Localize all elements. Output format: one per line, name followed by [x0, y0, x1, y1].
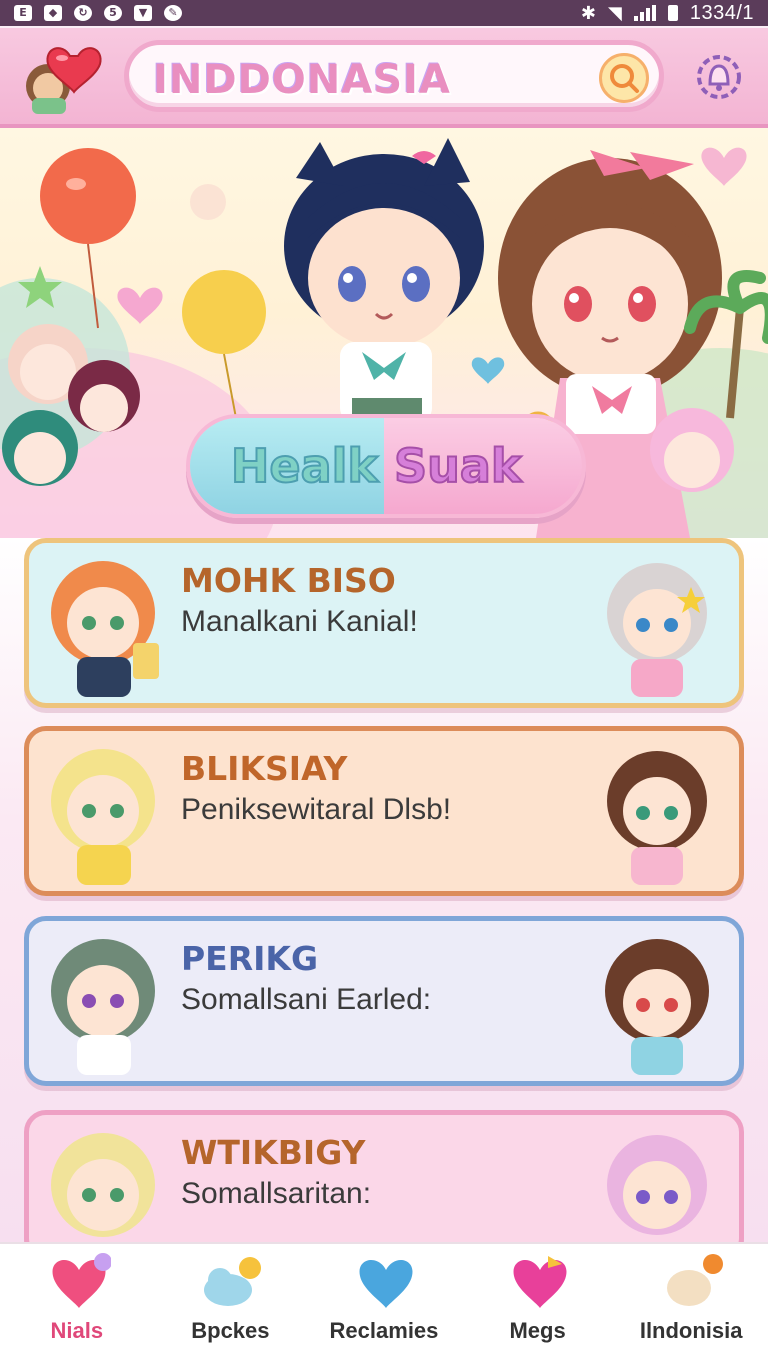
shield-icon: ◆	[44, 5, 62, 21]
feed-card-3[interactable]: PERIKG Somallsani Earled:	[24, 916, 744, 1086]
character-avatar-right	[607, 751, 707, 885]
hero-banner: Healk Suak	[0, 128, 768, 538]
character-avatar-left	[51, 749, 155, 885]
nav-item-megs[interactable]: Megs	[468, 1244, 608, 1344]
card-title: BLIKSIAY	[181, 749, 348, 788]
card-title: WTIKBIGY	[181, 1133, 366, 1172]
hero-button-right-label: Suak	[393, 438, 523, 494]
nav-item-nials[interactable]: Nials	[7, 1244, 147, 1344]
nav-label: Megs	[509, 1318, 566, 1343]
app-header: INDDONASIA	[0, 28, 768, 128]
bluetooth-icon: ✱	[580, 2, 596, 24]
heart-icon	[52, 1253, 111, 1308]
character-avatar-left	[51, 939, 155, 1075]
card-subtitle: Somallsani Earled:	[181, 983, 432, 1016]
bottom-nav: Nials Bpckes Reclamies Megs Ilndonisia	[0, 1242, 768, 1346]
hero-button-left-label: Healk	[230, 438, 379, 494]
sync-icon: ↻	[74, 5, 92, 21]
card-feed: MOHK BISO Manalkani Kanial! BLIKSIAY Pen…	[0, 538, 768, 1242]
data-saver-icon: 5	[104, 5, 122, 21]
card-title: MOHK BISO	[181, 561, 396, 600]
nav-item-reclamies[interactable]: Reclamies	[314, 1244, 454, 1344]
settings-button[interactable]	[690, 48, 748, 106]
card-subtitle: Manalkani Kanial!	[181, 605, 418, 638]
search-bar[interactable]: INDDONASIA	[124, 40, 664, 112]
status-bar: E ◆ ↻ 5 ▼ ✎ ✱ ◥ 1334/1	[0, 0, 768, 26]
hero-button-right: Suak	[384, 418, 582, 514]
feed-card-4[interactable]: WTIKBIGY Somallsaritan:	[24, 1110, 744, 1242]
character-avatar-right	[605, 939, 709, 1075]
nav-label: Ilndonisia	[639, 1318, 743, 1343]
card-subtitle: Somallsaritan:	[181, 1177, 372, 1210]
nav-item-ilndonisia[interactable]: Ilndonisia	[621, 1244, 761, 1344]
nav-label: Nials	[50, 1318, 104, 1343]
cloud-smile-icon	[204, 1257, 262, 1306]
status-time: 1334/1	[689, 1, 754, 24]
status-right: ✱ ◥ 1334/1	[581, 2, 754, 25]
character-avatar-left	[51, 561, 159, 697]
healk-suak-button[interactable]: Healk Suak	[186, 414, 586, 518]
battery-icon	[667, 5, 678, 21]
nav-label: Bpckes	[191, 1318, 270, 1343]
card-title: PERIKG	[181, 939, 319, 978]
notification-icon: E	[14, 5, 32, 21]
status-left: E ◆ ↻ 5 ▼ ✎	[14, 5, 182, 21]
hero-button-left: Healk	[190, 418, 384, 514]
wifi-icon: ◥	[607, 2, 622, 24]
blue-heart-icon	[359, 1259, 413, 1308]
nav-item-bpckes[interactable]: Bpckes	[160, 1244, 300, 1344]
nav-label: Reclamies	[329, 1318, 439, 1343]
download-icon: ▼	[134, 5, 152, 21]
character-avatar-left	[51, 1133, 155, 1237]
bell-gear-icon	[697, 55, 741, 99]
card-subtitle: Peniksewitaral Dlsb!	[181, 793, 452, 826]
character-avatar-right	[607, 563, 707, 697]
magnifier-icon	[610, 64, 639, 93]
heart-logo-icon[interactable]	[22, 42, 104, 118]
character-avatar-right	[607, 1135, 707, 1235]
bow-heart-icon	[513, 1256, 567, 1308]
feed-card-1[interactable]: MOHK BISO Manalkani Kanial!	[24, 538, 744, 708]
signal-icon	[633, 5, 656, 21]
edit-icon: ✎	[164, 5, 182, 21]
star-buddy-icon	[667, 1254, 724, 1306]
feed-card-2[interactable]: BLIKSIAY Peniksewitaral Dlsb!	[24, 726, 744, 896]
search-input-text[interactable]: INDDONASIA	[153, 57, 451, 103]
search-button[interactable]	[599, 53, 649, 103]
